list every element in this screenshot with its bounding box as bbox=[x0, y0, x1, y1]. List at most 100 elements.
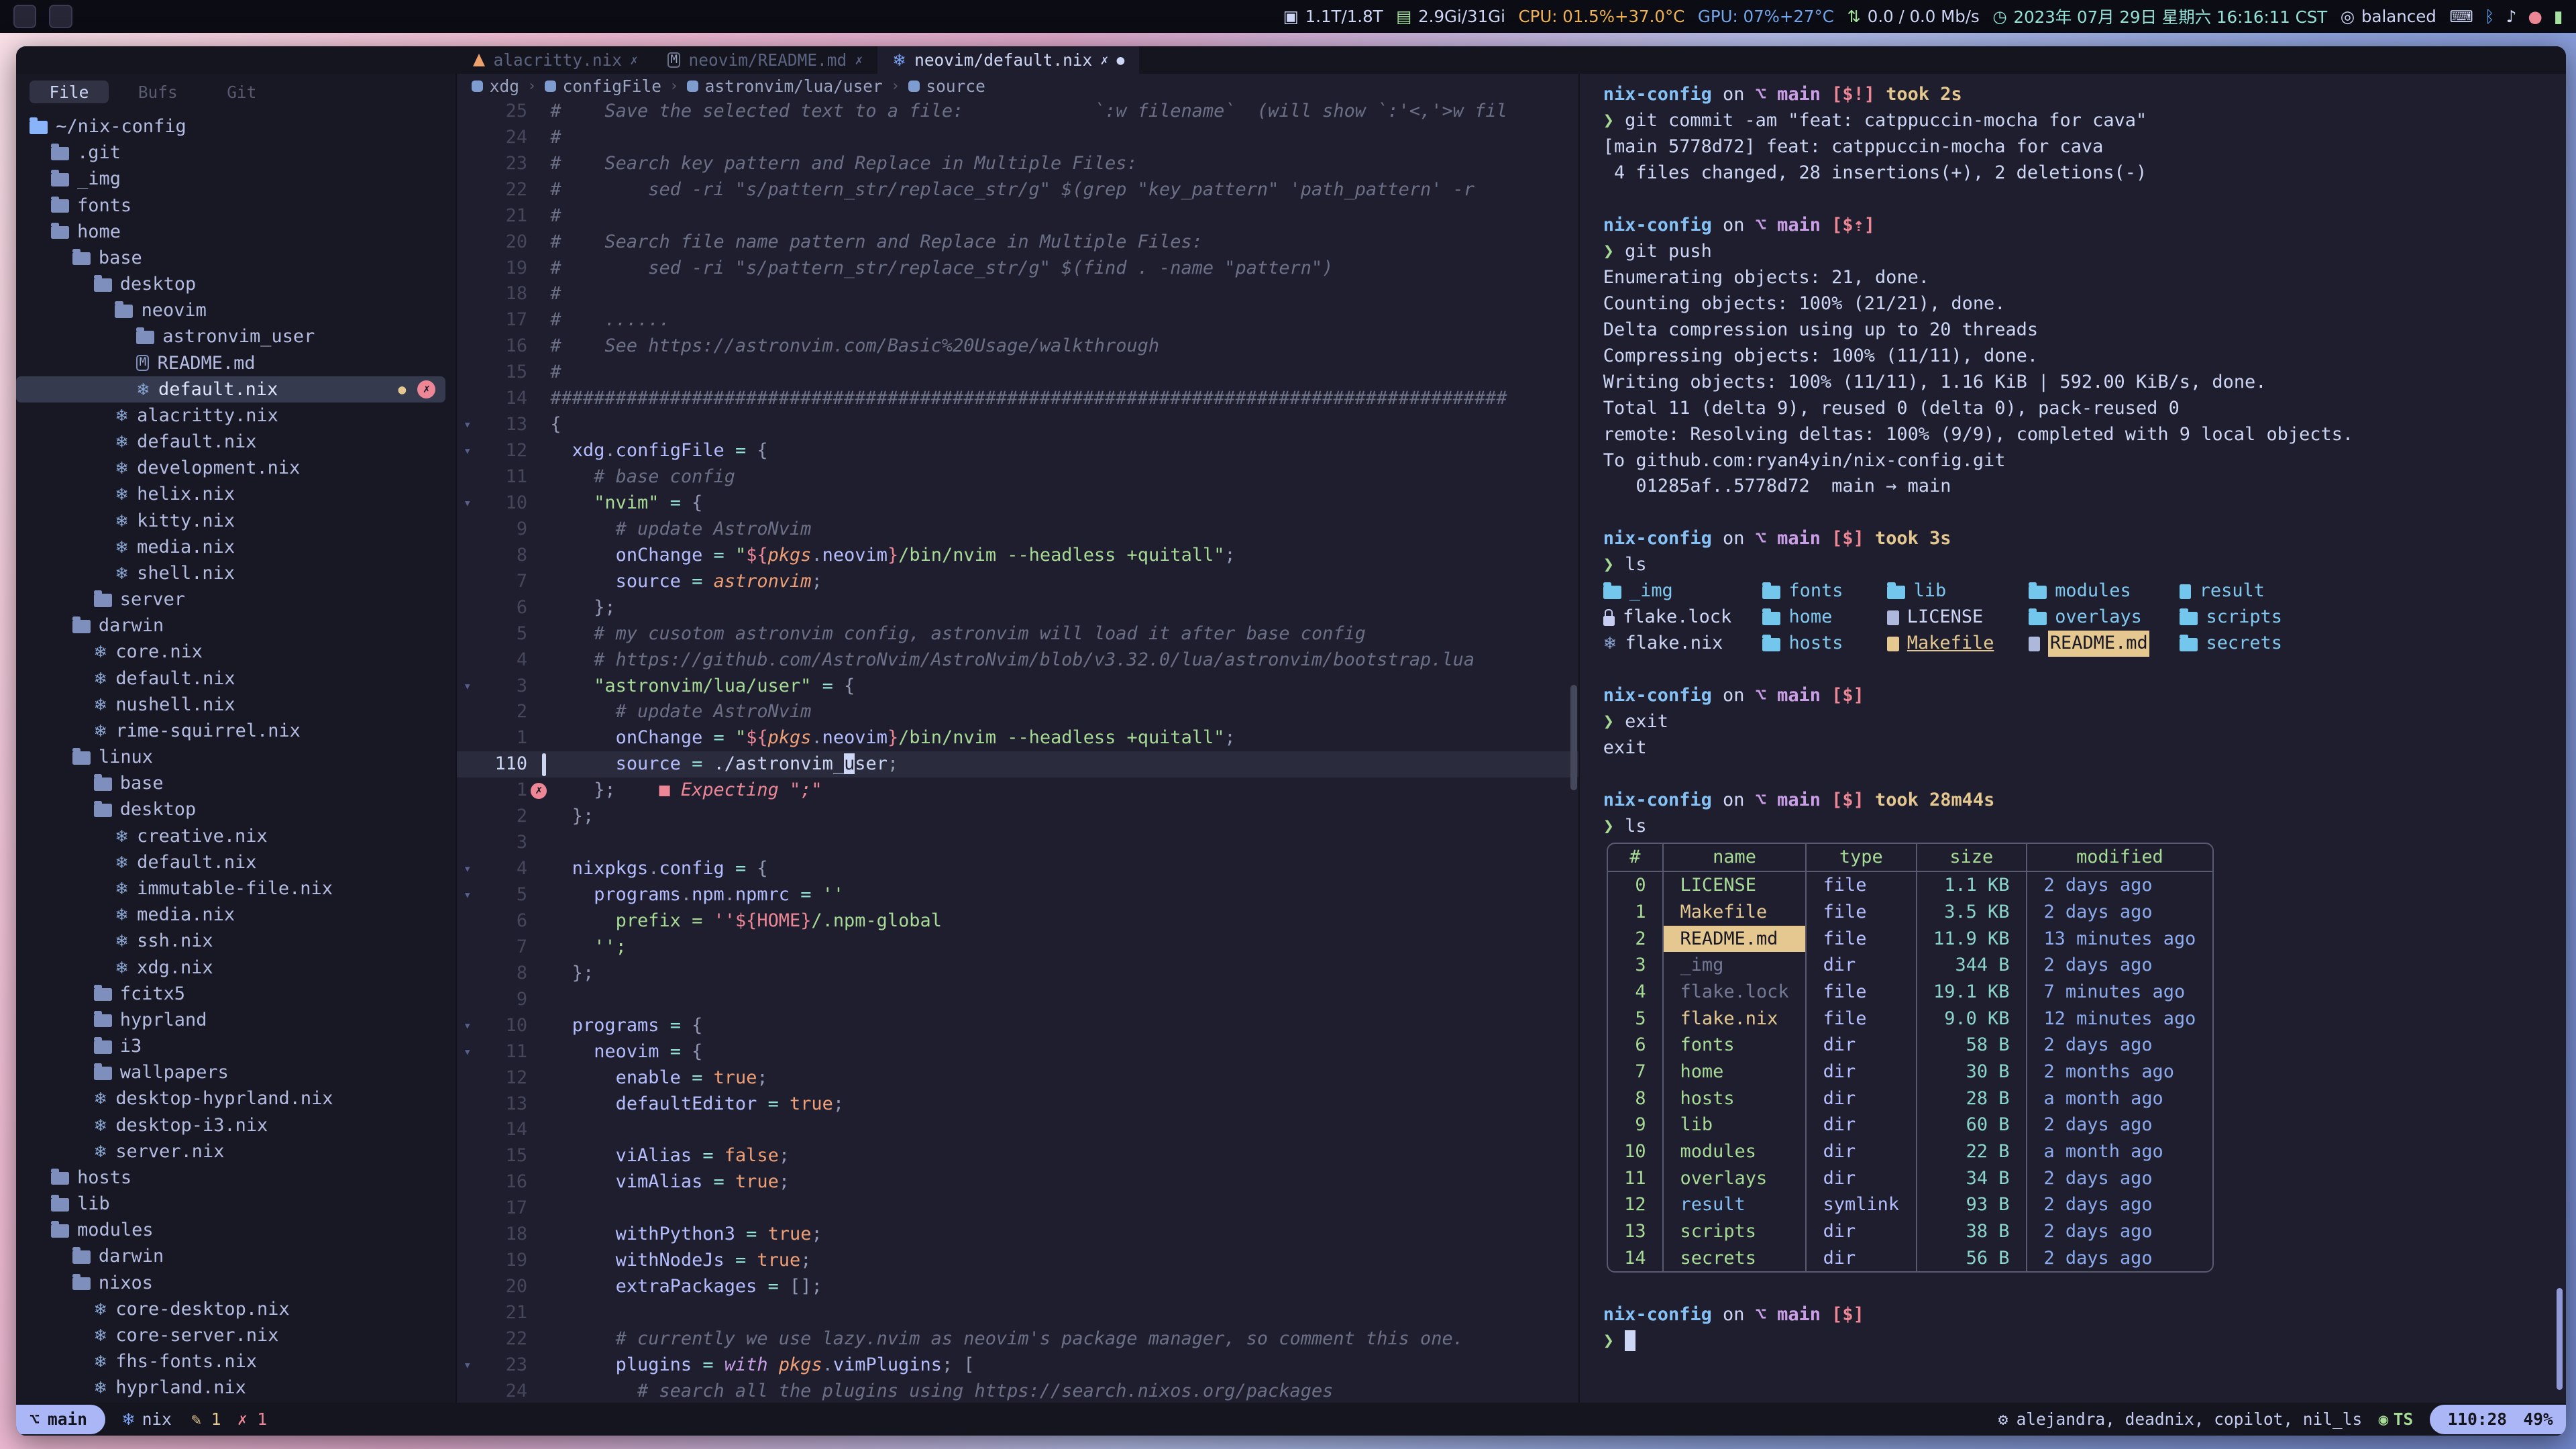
editor-scrollbar[interactable] bbox=[1570, 685, 1577, 790]
tree-item[interactable]: ❄immutable-file.nix bbox=[16, 875, 455, 902]
editor-line[interactable]: 8 }; bbox=[457, 961, 1579, 987]
editor-line[interactable]: ▾4 nixpkgs.config = { bbox=[457, 856, 1579, 882]
editor-line[interactable]: 17# ...... bbox=[457, 307, 1579, 333]
editor-line[interactable]: 5 # my cusotom astronvim config, astronv… bbox=[457, 621, 1579, 647]
editor-line[interactable]: 7 source = astronvim; bbox=[457, 569, 1579, 595]
tree-item[interactable]: ❄alacritty.nix bbox=[16, 402, 455, 429]
tree-item[interactable]: ❄xdg.nix bbox=[16, 954, 455, 980]
neotree-items[interactable]: ~/nix-config.git_imgfontshomebasedesktop… bbox=[16, 110, 455, 1403]
neotree-tab-bufs[interactable]: Bufs bbox=[118, 80, 197, 103]
tree-item[interactable]: _img bbox=[16, 166, 455, 192]
editor-line[interactable]: ▾3 "astronvim/lua/user" = { bbox=[457, 674, 1579, 700]
editor-line[interactable]: 7 ''; bbox=[457, 934, 1579, 961]
tree-item[interactable]: neovim bbox=[16, 297, 455, 323]
tree-item[interactable]: ❄creative.nix bbox=[16, 823, 455, 849]
buffer-tab[interactable]: ❄neovim/default.nix✗● bbox=[877, 46, 1139, 74]
tree-item[interactable]: ❄fhs-fonts.nix bbox=[16, 1348, 455, 1375]
editor-line[interactable]: 12 enable = true; bbox=[457, 1065, 1579, 1091]
battery-icon[interactable]: ▮ bbox=[2554, 7, 2563, 26]
close-icon[interactable]: ✗ bbox=[1101, 52, 1109, 68]
terminal-pane[interactable]: nix-config on ⌥ main [$!] took 2s❯ git c… bbox=[1578, 74, 2566, 1403]
editor-line[interactable]: 19# sed -ri "s/pattern_str/replace_str/g… bbox=[457, 256, 1579, 282]
editor-line[interactable]: ▾12 xdg.configFile = { bbox=[457, 438, 1579, 464]
close-icon[interactable]: ✗ bbox=[630, 52, 638, 68]
editor-line[interactable]: 16# See https://astronvim.com/Basic%20Us… bbox=[457, 333, 1579, 360]
editor-line[interactable]: 23# Search key pattern and Replace in Mu… bbox=[457, 151, 1579, 177]
editor-line[interactable]: 20# Search file name pattern and Replace… bbox=[457, 229, 1579, 256]
editor-line[interactable]: 1 onChange = "${pkgs.neovim}/bin/nvim --… bbox=[457, 725, 1579, 751]
editor-line[interactable]: 24# bbox=[457, 125, 1579, 151]
editor-line[interactable]: 2 # update AstroNvim bbox=[457, 699, 1579, 725]
tree-item[interactable]: darwin bbox=[16, 1243, 455, 1269]
editor-line[interactable]: 18# bbox=[457, 281, 1579, 307]
editor-line[interactable]: 6 }; bbox=[457, 595, 1579, 621]
tree-item[interactable]: ❄core-desktop.nix bbox=[16, 1296, 455, 1322]
editor-lines[interactable]: 25# Save the selected text to a file: `:… bbox=[457, 99, 1579, 1403]
editor-line[interactable]: 1✗ }; ■ Expecting ";" bbox=[457, 777, 1579, 804]
tree-item[interactable]: ❄desktop-hyprland.nix bbox=[16, 1085, 455, 1112]
editor-line[interactable]: ▾11 neovim = { bbox=[457, 1039, 1579, 1065]
editor-line[interactable]: 11 # base config bbox=[457, 464, 1579, 490]
editor-line[interactable]: ▾10 programs = { bbox=[457, 1013, 1579, 1039]
editor-line[interactable]: 22 # currently we use lazy.nvim as neovi… bbox=[457, 1326, 1579, 1352]
tree-item[interactable]: ❄default.nix bbox=[16, 665, 455, 692]
editor-line[interactable]: ▾10 "nvim" = { bbox=[457, 490, 1579, 517]
tree-item[interactable]: ❄default.nix●✗ bbox=[16, 376, 445, 402]
breadcrumb-item[interactable]: configFile bbox=[545, 76, 661, 96]
tree-item[interactable]: lib bbox=[16, 1191, 455, 1217]
tree-item[interactable]: ❄rime-squirrel.nix bbox=[16, 718, 455, 744]
buffer-tab[interactable]: Mneovim/README.md✗ bbox=[653, 46, 877, 74]
tree-item[interactable]: ❄server.nix bbox=[16, 1138, 455, 1165]
editor-line[interactable]: 3 bbox=[457, 830, 1579, 856]
tree-item[interactable]: fcitx5 bbox=[16, 981, 455, 1007]
editor-line[interactable]: 9 bbox=[457, 987, 1579, 1013]
editor-pane[interactable]: xdg›configFile›astronvim/lua/user›source… bbox=[457, 74, 1579, 1403]
workspace-icon-2[interactable] bbox=[49, 5, 72, 28]
tree-item[interactable]: linux bbox=[16, 744, 455, 770]
tree-item[interactable]: hyprland bbox=[16, 1007, 455, 1033]
terminal-scrollbar[interactable] bbox=[2557, 1288, 2563, 1390]
editor-line[interactable]: 22# sed -ri "s/pattern_str/replace_str/g… bbox=[457, 177, 1579, 203]
tree-item[interactable]: ❄hyprland.nix bbox=[16, 1375, 455, 1401]
tree-item[interactable]: base bbox=[16, 245, 455, 271]
editor-line[interactable]: 8 onChange = "${pkgs.neovim}/bin/nvim --… bbox=[457, 543, 1579, 569]
editor-line[interactable]: 13 defaultEditor = true; bbox=[457, 1091, 1579, 1118]
tree-item[interactable]: MREADME.md bbox=[16, 350, 455, 376]
keyboard-icon[interactable]: ⌨ bbox=[2449, 7, 2473, 26]
editor-line[interactable]: ▾13{ bbox=[457, 412, 1579, 438]
tree-item[interactable]: ❄core.nix bbox=[16, 639, 455, 665]
editor-line[interactable]: 14 bbox=[457, 1117, 1579, 1143]
breadcrumb-item[interactable]: xdg bbox=[472, 76, 519, 96]
tree-item[interactable]: ❄kitty.nix bbox=[16, 508, 455, 534]
tree-item[interactable]: ❄shell.nix bbox=[16, 560, 455, 586]
editor-line[interactable]: 17 bbox=[457, 1195, 1579, 1222]
breadcrumb-item[interactable]: source bbox=[908, 76, 985, 96]
close-circle-icon[interactable]: ✗ bbox=[417, 380, 435, 398]
editor-line[interactable]: 20 extraPackages = []; bbox=[457, 1274, 1579, 1300]
editor-line[interactable]: 6 prefix = ''${HOME}/.npm-global bbox=[457, 908, 1579, 934]
tree-item[interactable]: ❄ssh.nix bbox=[16, 928, 455, 954]
tree-item[interactable]: modules bbox=[16, 1217, 455, 1243]
editor-line[interactable]: 15 viAlias = false; bbox=[457, 1143, 1579, 1169]
tree-item[interactable]: ❄desktop-i3.nix bbox=[16, 1112, 455, 1138]
editor-line[interactable]: 4 # https://github.com/AstroNvim/AstroNv… bbox=[457, 647, 1579, 674]
neotree-tab-git[interactable]: Git bbox=[207, 80, 276, 103]
tree-item[interactable]: darwin bbox=[16, 612, 455, 639]
tree-item[interactable]: base bbox=[16, 770, 455, 796]
tree-item[interactable]: ❄i3.nix bbox=[16, 1401, 455, 1403]
breadcrumb-item[interactable]: astronvim/lua/user bbox=[687, 76, 883, 96]
tree-item[interactable]: ❄helix.nix bbox=[16, 481, 455, 507]
editor-line[interactable]: 18 withPython3 = true; bbox=[457, 1222, 1579, 1248]
tree-item[interactable]: desktop bbox=[16, 796, 455, 822]
tree-item[interactable]: server bbox=[16, 586, 455, 612]
close-icon[interactable]: ✗ bbox=[855, 52, 863, 68]
editor-line[interactable]: 16 vimAlias = true; bbox=[457, 1169, 1579, 1195]
tree-item[interactable]: ❄media.nix bbox=[16, 902, 455, 928]
editor-line[interactable]: 15# bbox=[457, 360, 1579, 386]
workspace-icon-1[interactable] bbox=[13, 5, 36, 28]
tree-item[interactable]: hosts bbox=[16, 1165, 455, 1191]
neotree-tab-file[interactable]: File bbox=[30, 80, 109, 103]
editor-line[interactable]: 2 }; bbox=[457, 804, 1579, 830]
editor-line[interactable]: 24 # search all the plugins using https:… bbox=[457, 1379, 1579, 1403]
editor-line[interactable]: 25# Save the selected text to a file: `:… bbox=[457, 99, 1579, 125]
